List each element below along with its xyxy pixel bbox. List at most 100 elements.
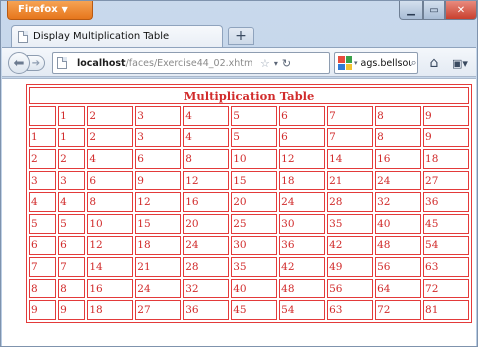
table-row: 4 4 8 12 16 20 24 28 32 36 <box>29 192 469 212</box>
search-engine-dropdown-icon[interactable]: ▾ <box>354 59 358 67</box>
table-row: 8 8 16 24 32 40 48 56 64 72 <box>29 278 469 299</box>
table-row: 6 6 12 18 24 30 36 42 48 54 <box>29 235 469 256</box>
back-button[interactable]: ⬅ <box>8 52 30 74</box>
table-cell: 63 <box>423 257 469 277</box>
search-bar[interactable]: ▾ ags.bellsouth ⌕ <box>334 52 418 74</box>
firefox-menu-label: Firefox <box>18 4 58 15</box>
history-dropdown-icon[interactable]: ▾ <box>274 59 278 68</box>
table-cell: 14 <box>327 149 374 169</box>
table-cell: 42 <box>279 257 326 277</box>
table-cell: 14 <box>87 257 134 277</box>
table-cell: 21 <box>135 257 182 277</box>
minimize-icon: ▁ <box>407 4 415 16</box>
table-row: 5 5 10 15 20 25 30 35 40 45 <box>29 213 469 234</box>
minimize-button[interactable]: ▁ <box>399 1 423 20</box>
table-cell: 2 <box>58 149 86 169</box>
table-cell: 10 <box>231 149 278 169</box>
table-cell: 20 <box>183 213 230 234</box>
browser-window: Firefox ▼ ▁ ▭ ✕ Display Multiplication Ta… <box>0 0 478 347</box>
table-cell: 45 <box>231 300 278 320</box>
url-text[interactable]: localhost/faces/Exercise44_02.xhtml <box>77 58 252 69</box>
table-cell: 8 <box>87 192 134 212</box>
home-button[interactable]: ⌂ <box>423 52 445 74</box>
table-cell: 6 <box>58 235 86 256</box>
table-cell: 15 <box>135 213 182 234</box>
table-cell: 30 <box>231 235 278 256</box>
table-cell: 9 <box>135 170 182 191</box>
search-engine-icon[interactable] <box>338 56 352 70</box>
table-cell: 10 <box>87 213 134 234</box>
table-cell: 1 <box>29 127 57 148</box>
table-cell: 4 <box>29 192 57 212</box>
table-cell: 24 <box>135 278 182 299</box>
table-cell: 35 <box>327 213 374 234</box>
home-icon: ⌂ <box>429 55 439 71</box>
maximize-icon: ▭ <box>429 4 439 16</box>
table-cell: 64 <box>375 278 422 299</box>
table-cell: 24 <box>183 235 230 256</box>
table-cell: 9 <box>58 300 86 320</box>
table-cell: 36 <box>183 300 230 320</box>
table-cell: 7 <box>29 257 57 277</box>
table-cell: 56 <box>327 278 374 299</box>
table-cell: 5 <box>29 213 57 234</box>
chevron-down-icon: ▼ <box>61 5 68 14</box>
table-cell: 3 <box>135 106 182 126</box>
table-cell: 4 <box>183 127 230 148</box>
table-cell: 25 <box>231 213 278 234</box>
close-button[interactable]: ✕ <box>445 1 477 20</box>
table-cell: 40 <box>375 213 422 234</box>
table-cell: 6 <box>279 106 326 126</box>
tab-title: Display Multiplication Table <box>33 31 170 42</box>
reload-icon[interactable]: ↻ <box>282 57 291 70</box>
table-cell: 18 <box>135 235 182 256</box>
table-cell: 16 <box>375 149 422 169</box>
table-cell: 2 <box>87 127 134 148</box>
table-cell: 48 <box>375 235 422 256</box>
table-row: 3 3 6 9 12 15 18 21 24 27 <box>29 170 469 191</box>
table-cell: 9 <box>423 106 469 126</box>
address-bar[interactable]: localhost/faces/Exercise44_02.xhtml ☆ ▾ … <box>52 52 330 74</box>
table-cell: 6 <box>87 170 134 191</box>
table-cell: 24 <box>279 192 326 212</box>
table-cell: 9 <box>423 127 469 148</box>
bookmarks-button[interactable]: ▣▾ <box>448 52 472 74</box>
table-cell: 5 <box>231 127 278 148</box>
page-icon <box>18 30 28 43</box>
bookmark-star-icon[interactable]: ☆ <box>260 57 270 70</box>
table-cell: 28 <box>327 192 374 212</box>
forward-arrow-icon: ➔ <box>31 57 41 69</box>
table-cell: 27 <box>135 300 182 320</box>
table-cell: 9 <box>29 300 57 320</box>
table-cell: 63 <box>327 300 374 320</box>
tab-display-multiplication-table[interactable]: Display Multiplication Table <box>11 25 223 47</box>
table-cell: 3 <box>58 170 86 191</box>
firefox-menu-button[interactable]: Firefox ▼ <box>7 1 93 20</box>
table-caption: Multiplication Table <box>29 87 469 104</box>
table-cell: 12 <box>87 235 134 256</box>
url-path: /faces/Exercise44_02.xhtml <box>125 57 252 69</box>
table-cell: 7 <box>58 257 86 277</box>
url-host: localhost <box>77 57 126 69</box>
bookmarks-icon: ▣▾ <box>452 56 468 70</box>
table-row: 7 7 14 21 28 35 42 49 56 63 <box>29 257 469 277</box>
search-icon[interactable]: ⌕ <box>411 56 417 70</box>
table-row: 9 9 18 27 36 45 54 63 72 81 <box>29 300 469 320</box>
new-tab-button[interactable]: + <box>228 27 254 45</box>
table-cell: 8 <box>375 106 422 126</box>
table-cell: 49 <box>327 257 374 277</box>
search-input[interactable]: ags.bellsouth <box>361 58 411 69</box>
table-cell: 45 <box>423 213 469 234</box>
table-cell: 72 <box>423 278 469 299</box>
table-cell: 5 <box>58 213 86 234</box>
maximize-button[interactable]: ▭ <box>423 1 445 20</box>
table-cell: 36 <box>423 192 469 212</box>
table-cell: 36 <box>279 235 326 256</box>
table-cell: 15 <box>231 170 278 191</box>
table-cell: 54 <box>279 300 326 320</box>
page-content: Multiplication Table 1234567891123456789… <box>2 78 476 346</box>
table-body: 1 2 3 4 5 6 7 8 9 1 1 2 3 4 5 6 7 8 9 2 2 4 6 8 10 12 14 16 18 3 3 6 9 12… <box>29 106 469 320</box>
table-cell: 1 <box>58 106 86 126</box>
table-cell: 81 <box>423 300 469 320</box>
table-cell: 30 <box>279 213 326 234</box>
